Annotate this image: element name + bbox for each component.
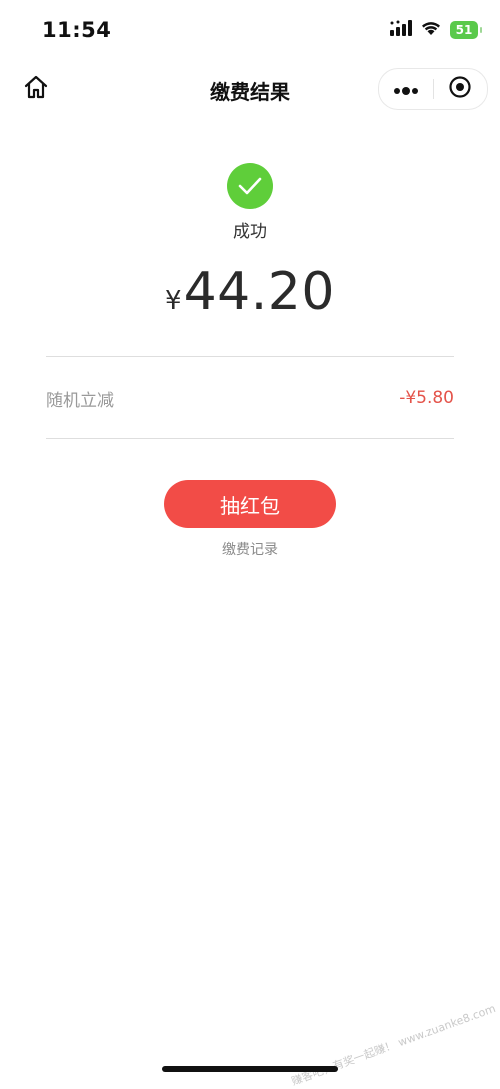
draw-red-packet-button[interactable]: 抽红包 — [164, 480, 336, 528]
divider-top — [46, 356, 454, 357]
amount-value: 44.20 — [183, 262, 335, 322]
wifi-icon — [420, 20, 442, 40]
payment-record-link[interactable]: 缴费记录 — [0, 539, 500, 559]
cellular-signal-icon — [390, 20, 412, 40]
home-indicator[interactable] — [162, 1066, 338, 1072]
payment-amount: ¥44.20 — [0, 262, 500, 322]
nav-bar: 缴费结果 — [0, 60, 500, 118]
currency-symbol: ¥ — [165, 286, 182, 316]
discount-label: 随机立减 — [46, 390, 114, 411]
more-dots-icon — [393, 80, 419, 99]
discount-value: -¥5.80 — [399, 388, 454, 408]
watermark: 赚客吧，有奖一起赚！ www.zuanke8.com — [289, 1001, 498, 1089]
status-icons: 51 — [390, 20, 482, 40]
miniprogram-capsule — [378, 68, 488, 110]
success-status-text: 成功 — [233, 222, 267, 242]
more-button[interactable] — [379, 69, 433, 109]
target-close-icon — [448, 75, 472, 103]
status-bar: 11:54 51 — [0, 0, 500, 60]
divider-bottom — [46, 438, 454, 439]
success-check-icon — [227, 163, 273, 209]
close-miniprogram-button[interactable] — [434, 69, 488, 109]
discount-row: 随机立减 -¥5.80 — [46, 385, 454, 411]
status-time: 11:54 — [42, 18, 112, 42]
battery-icon: 51 — [450, 21, 482, 39]
